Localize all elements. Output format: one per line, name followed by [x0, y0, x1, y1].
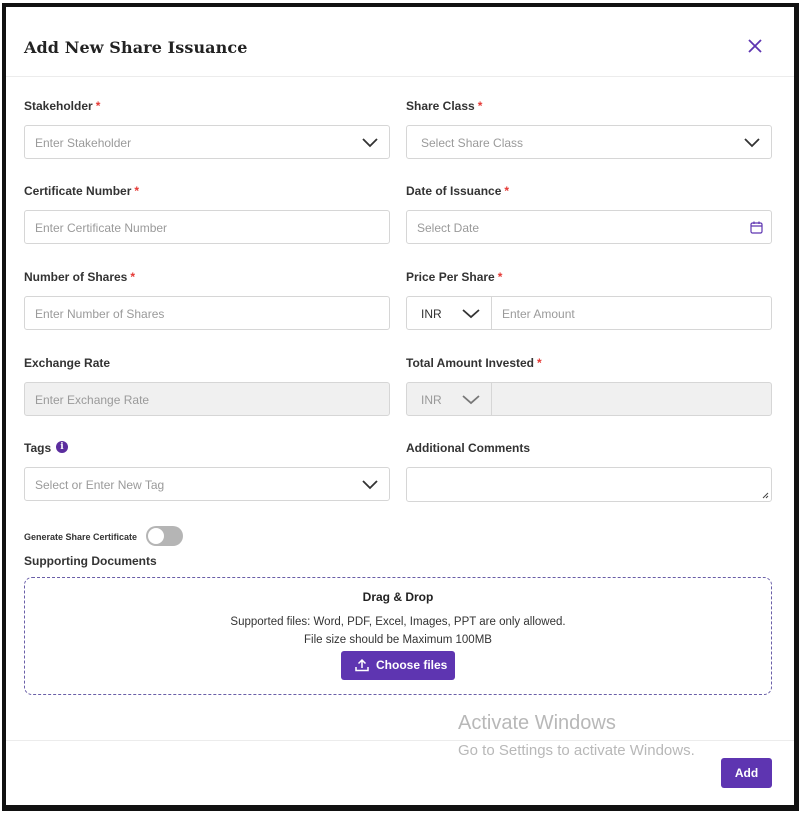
number-of-shares-label-text: Number of Shares	[24, 270, 128, 284]
resize-handle-icon[interactable]	[761, 491, 769, 499]
required-marker: *	[130, 270, 136, 284]
number-of-shares-input[interactable]: Enter Number of Shares	[24, 296, 390, 330]
stakeholder-label-text: Stakeholder	[24, 99, 93, 113]
share-class-placeholder: Select Share Class	[421, 136, 524, 150]
share-class-label-text: Share Class	[406, 99, 475, 113]
number-of-shares-placeholder: Enter Number of Shares	[35, 307, 165, 321]
total-amount-label-text: Total Amount Invested	[406, 356, 535, 370]
tags-placeholder: Select or Enter New Tag	[35, 478, 165, 492]
price-per-share-field: INR Enter Amount	[406, 296, 772, 330]
total-amount-input[interactable]	[492, 383, 771, 415]
close-icon[interactable]	[746, 37, 764, 55]
activate-windows-subtext: Go to Settings to activate Windows.	[458, 742, 695, 759]
generate-certificate-label: Generate Share Certificate	[24, 532, 138, 542]
exchange-rate-label: Exchange Rate	[24, 356, 111, 370]
date-of-issuance-placeholder: Select Date	[417, 221, 480, 235]
required-marker: *	[134, 184, 140, 198]
supporting-documents-label: Supporting Documents	[24, 554, 157, 568]
total-currency-value: INR	[421, 393, 442, 407]
required-marker: *	[497, 270, 503, 284]
amount-input[interactable]: Enter Amount	[492, 297, 771, 329]
total-amount-label: Total Amount Invested *	[406, 356, 542, 370]
certificate-number-input[interactable]: Enter Certificate Number	[24, 210, 390, 244]
generate-certificate-toggle[interactable]	[146, 526, 183, 546]
required-marker: *	[477, 99, 483, 113]
dialog: Add New Share Issuance Stakeholder * Ente…	[2, 3, 799, 811]
tags-label: Tags	[24, 441, 52, 455]
upload-icon	[355, 658, 369, 672]
total-currency-select[interactable]: INR	[407, 383, 491, 415]
price-per-share-label-text: Price Per Share	[406, 270, 495, 284]
stakeholder-placeholder: Enter Stakeholder	[35, 136, 132, 150]
supported-files-text: Supported files: Word, PDF, Excel, Image…	[230, 616, 566, 628]
add-button[interactable]: Add	[721, 758, 772, 788]
number-of-shares-label: Number of Shares *	[24, 270, 135, 284]
tags-select[interactable]: Select or Enter New Tag	[24, 467, 390, 501]
file-dropzone[interactable]: Drag & Drop Supported files: Word, PDF, …	[24, 577, 772, 695]
calendar-icon[interactable]	[750, 221, 763, 234]
share-class-select[interactable]: Select Share Class	[406, 125, 772, 159]
share-class-label: Share Class *	[406, 99, 482, 113]
chevron-down-icon[interactable]	[361, 477, 379, 491]
choose-files-button[interactable]: Choose files	[341, 651, 455, 680]
activate-windows-watermark: Activate Windows	[458, 712, 616, 734]
dialog-header: Add New Share Issuance	[6, 7, 794, 77]
total-amount-field: INR	[406, 382, 772, 416]
dialog-title: Add New Share Issuance	[24, 38, 248, 57]
choose-files-label: Choose files	[376, 658, 448, 672]
stakeholder-label: Stakeholder *	[24, 99, 100, 113]
additional-comments-label: Additional Comments	[406, 441, 531, 455]
required-marker: *	[95, 99, 101, 113]
price-per-share-label: Price Per Share *	[406, 270, 502, 284]
certificate-number-label-text: Certificate Number	[24, 184, 132, 198]
file-size-text: File size should be Maximum 100MB	[304, 634, 492, 646]
exchange-rate-placeholder: Enter Exchange Rate	[35, 393, 150, 407]
footer-divider	[6, 740, 794, 741]
additional-comments-textarea[interactable]	[406, 467, 772, 502]
chevron-down-icon[interactable]	[461, 306, 481, 320]
info-icon[interactable]: i	[56, 441, 68, 453]
amount-placeholder: Enter Amount	[502, 307, 575, 321]
certificate-number-placeholder: Enter Certificate Number	[35, 221, 168, 235]
chevron-down-icon[interactable]	[743, 135, 761, 149]
currency-value: INR	[421, 307, 442, 321]
chevron-down-icon[interactable]	[361, 135, 379, 149]
required-marker: *	[537, 356, 542, 370]
date-of-issuance-label-text: Date of Issuance	[406, 184, 502, 198]
chevron-down-icon[interactable]	[461, 392, 481, 406]
dropzone-title: Drag & Drop	[362, 590, 434, 604]
exchange-rate-input[interactable]: Enter Exchange Rate	[24, 382, 390, 416]
currency-select[interactable]: INR	[407, 297, 491, 329]
date-of-issuance-input[interactable]: Select Date	[406, 210, 772, 244]
required-marker: *	[504, 184, 510, 198]
stakeholder-select[interactable]: Enter Stakeholder	[24, 125, 390, 159]
toggle-knob	[148, 528, 164, 544]
date-of-issuance-label: Date of Issuance *	[406, 184, 509, 198]
certificate-number-label: Certificate Number *	[24, 184, 139, 198]
